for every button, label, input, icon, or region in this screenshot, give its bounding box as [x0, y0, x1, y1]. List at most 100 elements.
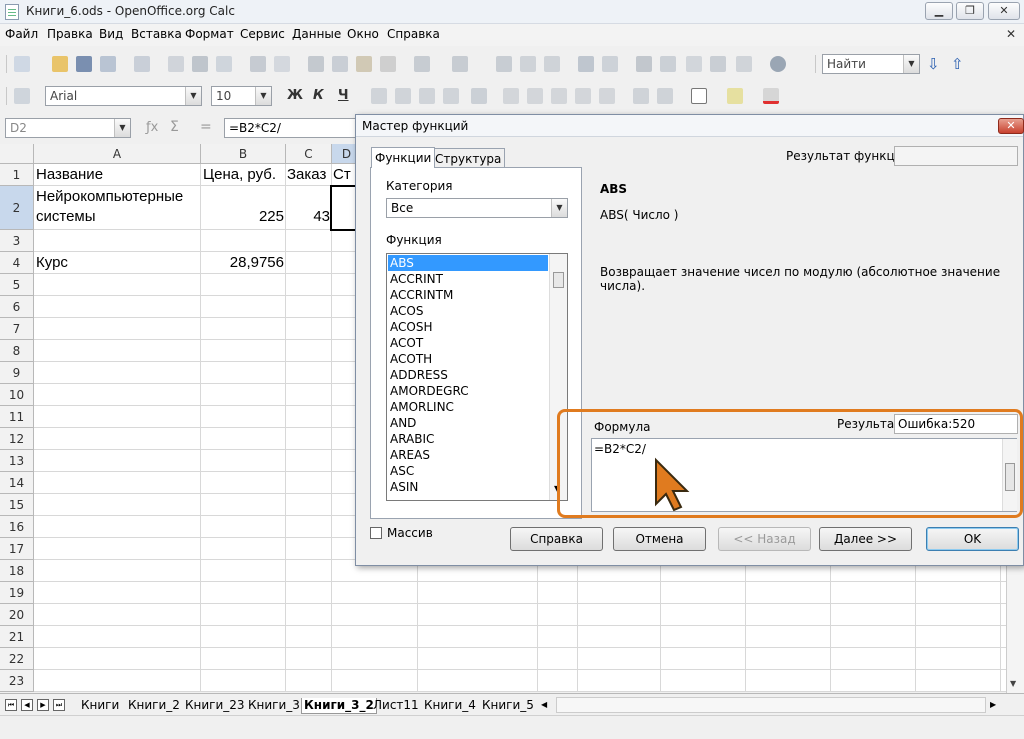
background-color-icon[interactable]: [727, 88, 743, 104]
menu-tools[interactable]: Сервис: [240, 27, 285, 41]
row-header[interactable]: 20: [0, 604, 34, 626]
decrease-indent-icon[interactable]: [633, 88, 649, 104]
menu-window[interactable]: Окно: [347, 27, 379, 41]
sum-icon[interactable]: Σ: [170, 119, 179, 135]
row-header[interactable]: 9: [0, 362, 34, 384]
help-icon[interactable]: [770, 56, 786, 72]
row-header[interactable]: 11: [0, 406, 34, 428]
list-item[interactable]: ACCRINTM: [388, 287, 548, 303]
menu-insert[interactable]: Вставка: [131, 27, 182, 41]
list-item[interactable]: ASC: [388, 463, 548, 479]
cell-c1[interactable]: Заказ: [287, 166, 326, 183]
zoom-icon[interactable]: [736, 56, 752, 72]
font-size-combo[interactable]: 10 ▼: [211, 86, 272, 106]
row-header[interactable]: 16: [0, 516, 34, 538]
category-select[interactable]: Все ▼: [386, 198, 568, 218]
cell-a1[interactable]: Название: [36, 166, 103, 183]
cancel-button[interactable]: Отмена: [613, 527, 706, 551]
chevron-down-icon[interactable]: ▼: [255, 87, 271, 105]
format-paintbrush-icon[interactable]: [380, 56, 396, 72]
export-pdf-icon[interactable]: [168, 56, 184, 72]
ok-button[interactable]: OK: [926, 527, 1019, 551]
restore-button[interactable]: ❐: [956, 2, 984, 20]
percent-icon[interactable]: [527, 88, 543, 104]
sheet-tab[interactable]: Книги_23: [183, 698, 247, 714]
font-name-combo[interactable]: Arial ▼: [45, 86, 202, 106]
list-item[interactable]: AMORDEGRC: [388, 383, 548, 399]
scroll-right-icon[interactable]: ▶: [990, 700, 996, 709]
sheet-tab[interactable]: Книги_2: [126, 698, 182, 714]
column-header-b[interactable]: B: [201, 144, 286, 164]
menu-format[interactable]: Формат: [185, 27, 234, 41]
row-header[interactable]: 15: [0, 494, 34, 516]
row-header[interactable]: 19: [0, 582, 34, 604]
next-button[interactable]: Далее >>: [819, 527, 912, 551]
equals-icon[interactable]: =: [200, 119, 212, 135]
paste-icon[interactable]: [356, 56, 372, 72]
hyperlink-icon[interactable]: [496, 56, 512, 72]
gallery-icon[interactable]: [686, 56, 702, 72]
sort-asc-icon[interactable]: [520, 56, 536, 72]
back-button[interactable]: << Назад: [718, 527, 811, 551]
underline-button[interactable]: Ч: [338, 88, 349, 103]
row-header[interactable]: 17: [0, 538, 34, 560]
find-previous-icon[interactable]: ⇧: [951, 55, 964, 73]
cell-b1[interactable]: Цена, руб.: [203, 166, 276, 183]
list-item[interactable]: AMORLINC: [388, 399, 548, 415]
save-icon[interactable]: [76, 56, 92, 72]
sheet-tab[interactable]: Книги_4: [422, 698, 478, 714]
list-item[interactable]: ABS: [388, 255, 548, 271]
data-sources-icon[interactable]: [710, 56, 726, 72]
navigator-icon[interactable]: [660, 56, 676, 72]
first-sheet-icon[interactable]: ⏮: [5, 699, 17, 711]
row-header[interactable]: 13: [0, 450, 34, 472]
tab-functions[interactable]: Функции: [371, 147, 436, 168]
print-icon[interactable]: [192, 56, 208, 72]
email-icon[interactable]: [100, 56, 116, 72]
spellcheck-icon[interactable]: [250, 56, 266, 72]
add-decimal-icon[interactable]: [575, 88, 591, 104]
open-icon[interactable]: [52, 56, 68, 72]
sheet-tab-active[interactable]: Книги_3_2: [301, 698, 377, 714]
prev-sheet-icon[interactable]: ◀: [21, 699, 33, 711]
list-item[interactable]: ASIN: [388, 479, 548, 495]
list-item[interactable]: ACCRINT: [388, 271, 548, 287]
styles-icon[interactable]: [14, 88, 30, 104]
cell-a2-line1[interactable]: Нейрокомпьютерные: [36, 188, 183, 205]
list-item[interactable]: ACOS: [388, 303, 548, 319]
row-header[interactable]: 14: [0, 472, 34, 494]
standard-format-icon[interactable]: [551, 88, 567, 104]
cell-b2[interactable]: 225: [201, 208, 284, 225]
list-item[interactable]: AREAS: [388, 447, 548, 463]
menu-view[interactable]: Вид: [99, 27, 123, 41]
list-item[interactable]: ADDRESS: [388, 367, 548, 383]
horizontal-scrollbar[interactable]: [556, 697, 986, 713]
list-item[interactable]: AND: [388, 415, 548, 431]
row-header[interactable]: 7: [0, 318, 34, 340]
next-sheet-icon[interactable]: ▶: [37, 699, 49, 711]
redo-icon[interactable]: [452, 56, 468, 72]
close-document-icon[interactable]: ✕: [1006, 27, 1016, 41]
function-list[interactable]: ABS ACCRINT ACCRINTM ACOS ACOSH ACOT ACO…: [386, 253, 568, 501]
sheet-tab[interactable]: Книги_3: [246, 698, 302, 714]
chevron-down-icon[interactable]: ▼: [114, 119, 130, 137]
italic-button[interactable]: К: [313, 88, 324, 103]
row-header[interactable]: 1: [0, 164, 34, 186]
array-checkbox[interactable]: [370, 527, 382, 539]
row-header[interactable]: 10: [0, 384, 34, 406]
menu-data[interactable]: Данные: [292, 27, 341, 41]
dialog-close-button[interactable]: ✕: [998, 118, 1024, 134]
find-replace-icon[interactable]: [636, 56, 652, 72]
chevron-down-icon[interactable]: ▼: [551, 199, 567, 217]
row-header[interactable]: 5: [0, 274, 34, 296]
menu-help[interactable]: Справка: [387, 27, 440, 41]
row-header[interactable]: 23: [0, 670, 34, 692]
minimize-button[interactable]: ▁: [925, 2, 953, 20]
name-box[interactable]: D2 ▼: [5, 118, 131, 138]
close-window-button[interactable]: ✕: [988, 2, 1020, 20]
tab-structure[interactable]: Структура: [431, 148, 506, 168]
merge-cells-icon[interactable]: [471, 88, 487, 104]
chevron-down-icon[interactable]: ▼: [903, 55, 919, 73]
find-next-icon[interactable]: ⇩: [927, 55, 940, 73]
function-wizard-icon[interactable]: ƒx: [146, 120, 158, 135]
